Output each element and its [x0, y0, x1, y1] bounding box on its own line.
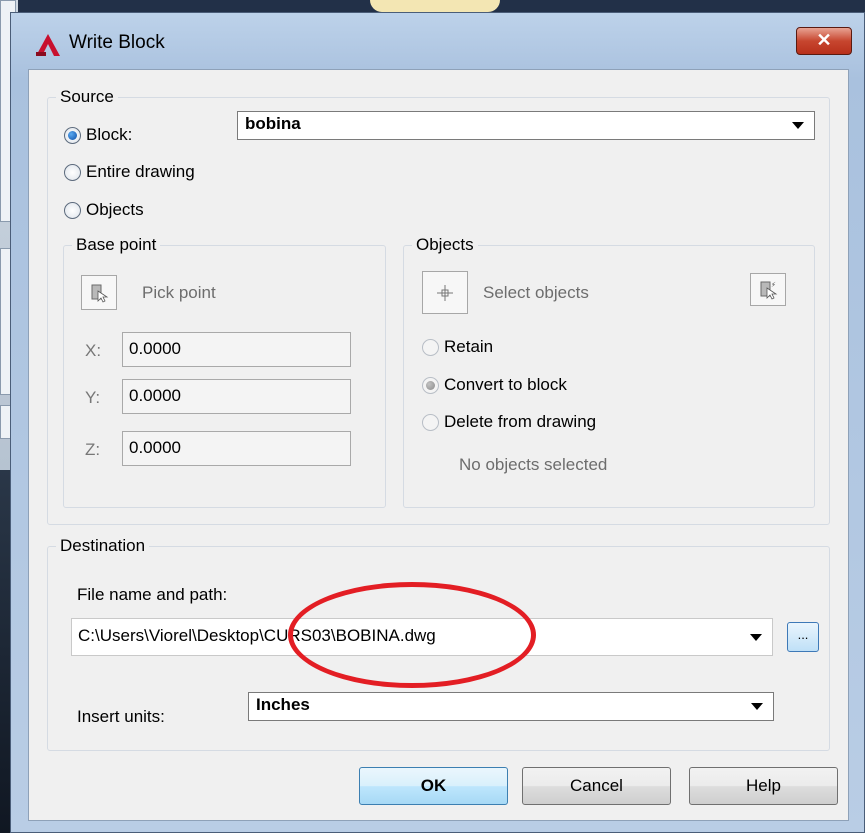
dialog-body: Source Block: Entire drawing Objects bob… [28, 69, 849, 821]
dialog-title: Write Block [69, 32, 165, 53]
radio-block-indicator[interactable] [64, 126, 81, 144]
z-label: Z: [85, 440, 101, 459]
quick-select-button[interactable]: ⚡ [750, 273, 786, 306]
select-objects-button[interactable] [422, 271, 468, 314]
pick-point-label: Pick point [142, 283, 216, 302]
ok-button[interactable]: OK [359, 767, 508, 805]
y-label: Y: [85, 388, 101, 407]
select-objects-label: Select objects [483, 283, 589, 302]
pick-point-icon [91, 284, 109, 303]
x-label: X: [85, 341, 102, 360]
browse-button[interactable]: ... [787, 622, 819, 652]
quick-select-icon: ⚡ [760, 281, 778, 300]
radio-retain-indicator[interactable] [422, 338, 439, 356]
svg-text:⚡: ⚡ [771, 281, 776, 289]
background-logo [370, 0, 500, 12]
write-block-dialog: Write Block ✕ Source Block: Entire drawi… [10, 12, 865, 833]
file-path-input[interactable]: C:\Users\Viorel\Desktop\CURS03\BOBINA.dw… [71, 618, 773, 656]
radio-entire-drawing-indicator[interactable] [64, 163, 81, 181]
radio-delete-from-drawing-label: Delete from drawing [444, 412, 597, 431]
title-bar[interactable]: Write Block ✕ [11, 13, 864, 69]
radio-objects-label: Objects [86, 200, 144, 219]
objects-group-label: Objects [412, 235, 478, 255]
destination-group-label: Destination [56, 536, 150, 556]
chevron-down-icon [751, 703, 763, 710]
x-coordinate-field[interactable]: 0.0000 [122, 332, 351, 367]
close-button[interactable]: ✕ [796, 27, 852, 55]
crosshair-icon [437, 284, 453, 301]
cancel-button[interactable]: Cancel [522, 767, 671, 805]
block-name-value: bobina [245, 114, 301, 133]
radio-block-label: Block: [86, 125, 133, 144]
radio-entire-drawing[interactable]: Entire drawing [64, 162, 195, 182]
radio-delete-from-drawing-indicator[interactable] [422, 413, 439, 431]
help-button[interactable]: Help [689, 767, 838, 805]
insert-units-label: Insert units: [77, 707, 165, 726]
radio-convert-to-block-indicator[interactable] [422, 376, 439, 394]
radio-convert-to-block-label: Convert to block [444, 375, 567, 394]
source-group-label: Source [56, 87, 118, 107]
file-path-value: C:\Users\Viorel\Desktop\CURS03\BOBINA.dw… [78, 626, 436, 645]
radio-delete-from-drawing[interactable]: Delete from drawing [422, 412, 596, 432]
y-coordinate-field[interactable]: 0.0000 [122, 379, 351, 414]
base-point-group-label: Base point [72, 235, 161, 255]
radio-entire-drawing-label: Entire drawing [86, 162, 195, 181]
radio-retain[interactable]: Retain [422, 337, 493, 357]
radio-objects[interactable]: Objects [64, 200, 144, 220]
pick-point-button[interactable] [81, 275, 117, 310]
z-coordinate-field[interactable]: 0.0000 [122, 431, 351, 466]
radio-objects-indicator[interactable] [64, 201, 81, 219]
block-name-dropdown[interactable]: bobina [237, 111, 815, 140]
radio-retain-label: Retain [444, 337, 494, 356]
file-path-label: File name and path: [77, 585, 228, 604]
insert-units-value: Inches [256, 695, 310, 714]
radio-block[interactable]: Block: [64, 125, 132, 145]
chevron-down-icon [750, 634, 762, 641]
chevron-down-icon [792, 122, 804, 129]
insert-units-dropdown[interactable]: Inches [248, 692, 774, 721]
autocad-icon [36, 34, 60, 56]
selection-status: No objects selected [459, 455, 608, 474]
radio-convert-to-block[interactable]: Convert to block [422, 375, 567, 395]
